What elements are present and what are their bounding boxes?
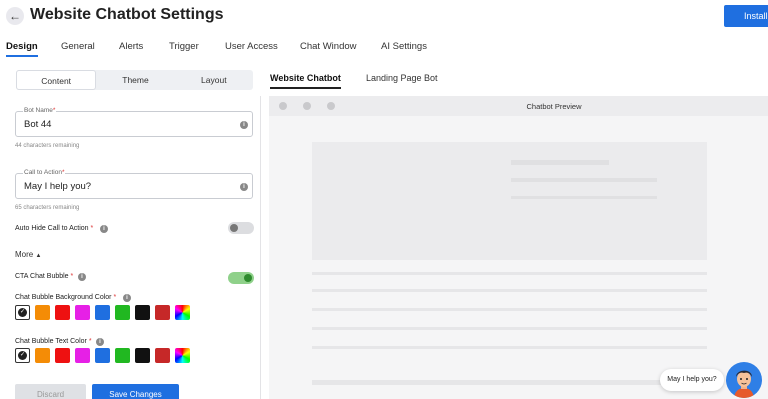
segment-layout[interactable]: Layout (175, 70, 253, 90)
main-tabs: Design General Alerts Trigger User Acces… (0, 38, 768, 58)
info-icon[interactable]: i (123, 294, 131, 302)
placeholder-line (511, 196, 657, 199)
segment-content[interactable]: Content (16, 70, 97, 90)
placeholder-line (312, 380, 662, 385)
swatch-orange[interactable] (35, 305, 50, 320)
call-to-action-helper: 65 characters remaining (15, 205, 80, 211)
tab-landing-page-bot[interactable]: Landing Page Bot (366, 73, 438, 83)
placeholder-line (312, 346, 707, 349)
tab-chat-window[interactable]: Chat Window (300, 41, 357, 52)
bot-name-label: Bot Name* (23, 107, 57, 114)
swatch-black[interactable] (135, 348, 150, 363)
bubble-text-color-label: Chat Bubble Text Color * (15, 338, 92, 345)
swatch-white-selected[interactable]: ✓ (15, 305, 30, 320)
call-to-action-field[interactable]: Call to Action* May I help you? i (15, 169, 253, 199)
swatch-white-selected[interactable]: ✓ (15, 348, 30, 363)
check-icon: ✓ (18, 308, 27, 317)
swatch-dark-red[interactable] (155, 348, 170, 363)
call-to-action-value[interactable]: May I help you? (24, 181, 91, 192)
segment-theme[interactable]: Theme (96, 70, 174, 90)
tab-trigger[interactable]: Trigger (169, 41, 199, 52)
swatch-green[interactable] (115, 305, 130, 320)
bubble-bg-color-label: Chat Bubble Background Color * (15, 294, 117, 301)
swatch-orange[interactable] (35, 348, 50, 363)
discard-button[interactable]: Discard (15, 384, 86, 399)
chatbot-preview-window: Chatbot Preview (269, 96, 768, 399)
bot-avatar-icon (734, 370, 754, 398)
back-button[interactable]: ← (6, 7, 24, 25)
swatch-dark-red[interactable] (155, 305, 170, 320)
auto-hide-toggle[interactable] (228, 222, 254, 234)
chatbot-avatar[interactable] (726, 362, 762, 398)
swatch-blue[interactable] (95, 348, 110, 363)
page-title: Website Chatbot Settings (30, 6, 224, 23)
bot-name-helper: 44 characters remaining (15, 143, 80, 149)
tab-website-chatbot[interactable]: Website Chatbot (270, 73, 341, 89)
arrow-left-icon: ← (9, 9, 21, 23)
content-theme-layout-switch: Content Theme Layout (16, 70, 253, 90)
cta-chat-bubble-label: CTA Chat Bubble * (15, 273, 74, 280)
bot-name-field[interactable]: Bot Name* Bot 44 i (15, 107, 253, 137)
tab-design[interactable]: Design (6, 41, 38, 57)
swatch-magenta[interactable] (75, 348, 90, 363)
info-icon[interactable]: i (78, 273, 86, 281)
placeholder-line (511, 178, 657, 182)
preview-titlebar: Chatbot Preview (269, 96, 768, 116)
panel-divider (260, 96, 261, 399)
auto-hide-label: Auto Hide Call to Action * (15, 225, 94, 232)
placeholder-line (312, 308, 707, 311)
placeholder-line (312, 272, 707, 275)
swatch-magenta[interactable] (75, 305, 90, 320)
check-icon: ✓ (18, 351, 27, 360)
custom-color-picker[interactable] (175, 348, 190, 363)
tab-user-access[interactable]: User Access (225, 41, 278, 52)
save-changes-button[interactable]: Save Changes (92, 384, 179, 399)
custom-color-picker[interactable] (175, 305, 190, 320)
call-to-action-label: Call to Action* (23, 169, 66, 176)
placeholder-line (312, 327, 707, 330)
header: ← Website Chatbot Settings Install (0, 0, 768, 34)
bubble-text-color-swatches: ✓ (15, 348, 190, 363)
info-icon[interactable]: i (240, 183, 248, 191)
swatch-black[interactable] (135, 305, 150, 320)
tab-general[interactable]: General (61, 41, 95, 52)
bot-name-value[interactable]: Bot 44 (24, 119, 51, 130)
preview-title: Chatbot Preview (526, 102, 582, 111)
info-icon[interactable]: i (240, 121, 248, 129)
swatch-green[interactable] (115, 348, 130, 363)
tab-ai-settings[interactable]: AI Settings (381, 41, 427, 52)
caret-up-icon: ▲ (35, 253, 42, 259)
bubble-bg-color-swatches: ✓ (15, 305, 190, 320)
tab-alerts[interactable]: Alerts (119, 41, 143, 52)
cta-chat-bubble[interactable]: May I help you? (660, 369, 724, 391)
info-icon[interactable]: i (100, 225, 108, 233)
install-button[interactable]: Install (724, 5, 768, 27)
placeholder-line (511, 160, 609, 165)
swatch-blue[interactable] (95, 305, 110, 320)
placeholder-line (312, 289, 707, 292)
cta-chat-bubble-toggle[interactable] (228, 272, 254, 284)
placeholder-block (312, 142, 707, 260)
more-toggle[interactable]: More ▲ (15, 250, 41, 259)
info-icon[interactable]: i (96, 338, 104, 346)
swatch-red[interactable] (55, 348, 70, 363)
swatch-red[interactable] (55, 305, 70, 320)
